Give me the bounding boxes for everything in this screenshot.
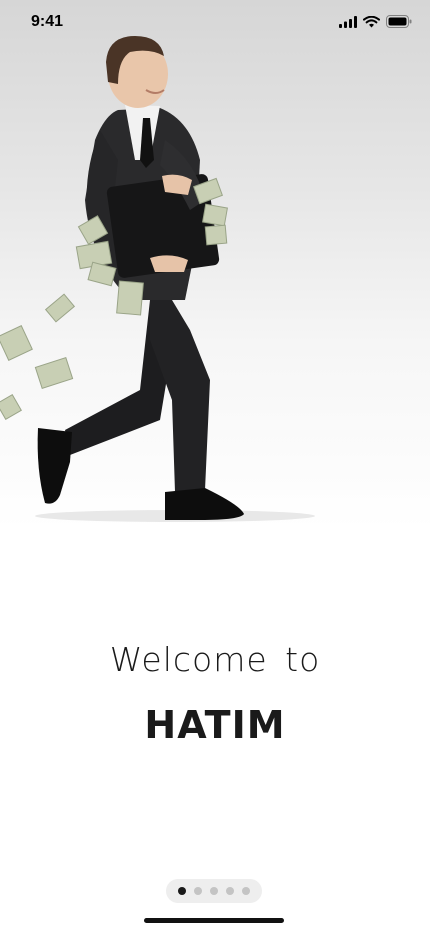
- brand-name: HATIM: [144, 703, 286, 747]
- status-time: 9:41: [31, 13, 64, 30]
- status-icons: [339, 15, 412, 33]
- page-dot-1[interactable]: [178, 887, 186, 895]
- status-bar: 9:41: [0, 0, 430, 44]
- page-dot-4[interactable]: [226, 887, 234, 895]
- page-dot-3[interactable]: [210, 887, 218, 895]
- page-dot-5[interactable]: [242, 887, 250, 895]
- home-indicator[interactable]: [144, 918, 284, 923]
- page-dot-2[interactable]: [194, 887, 202, 895]
- welcome-text: Welcome to: [109, 640, 321, 679]
- battery-icon: [386, 15, 412, 33]
- onboarding-screen: 9:41 Welcome to HATIM: [0, 0, 430, 932]
- wifi-icon: [363, 15, 380, 33]
- cellular-signal-icon: [339, 15, 357, 33]
- hero-illustration: [0, 36, 315, 522]
- page-indicator[interactable]: [166, 879, 262, 903]
